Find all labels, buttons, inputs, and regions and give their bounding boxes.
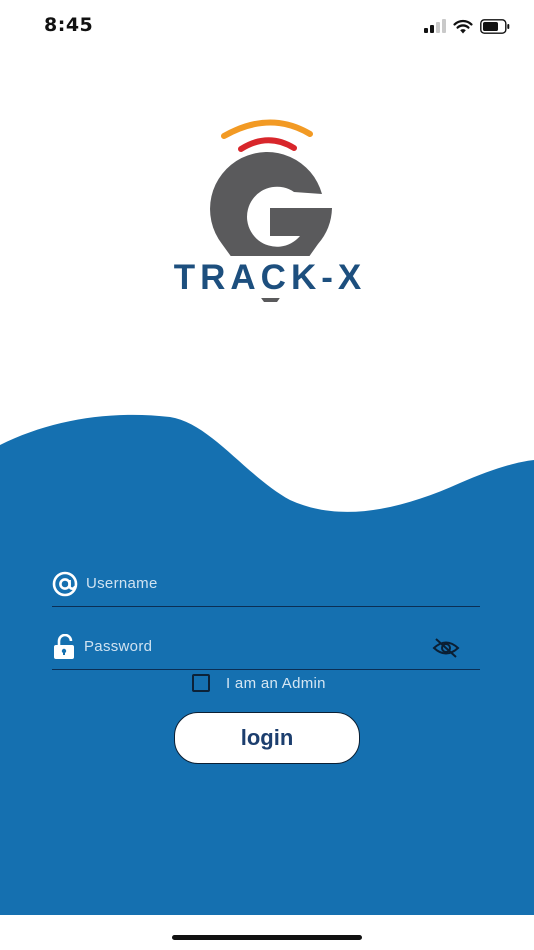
unlocked-padlock-icon [54,634,74,659]
password-input[interactable]: Password [84,638,152,655]
username-field[interactable]: Username [52,566,480,607]
signal-arc-middle [238,137,297,152]
track-x-logo: TRACK-X [160,112,380,324]
battery-icon [480,18,510,34]
username-input[interactable]: Username [86,575,158,592]
eye-off-icon[interactable] [432,637,460,659]
login-button[interactable]: login [174,712,360,764]
home-indicator[interactable] [172,935,362,940]
cellular-signal-icon [424,19,446,33]
wifi-icon [453,19,473,33]
status-time: 8:45 [44,14,94,36]
admin-checkbox-label[interactable]: I am an Admin [226,675,326,692]
signal-arc-outer [221,119,313,139]
status-bar: 8:45 [0,0,534,52]
brand-name: TRACK-X [174,258,366,297]
admin-checkbox-row[interactable]: I am an Admin [192,672,326,694]
at-icon [52,571,78,597]
admin-checkbox[interactable] [192,674,210,692]
home-area [0,915,534,950]
status-icons [424,15,510,37]
password-field[interactable]: Password [52,629,480,670]
